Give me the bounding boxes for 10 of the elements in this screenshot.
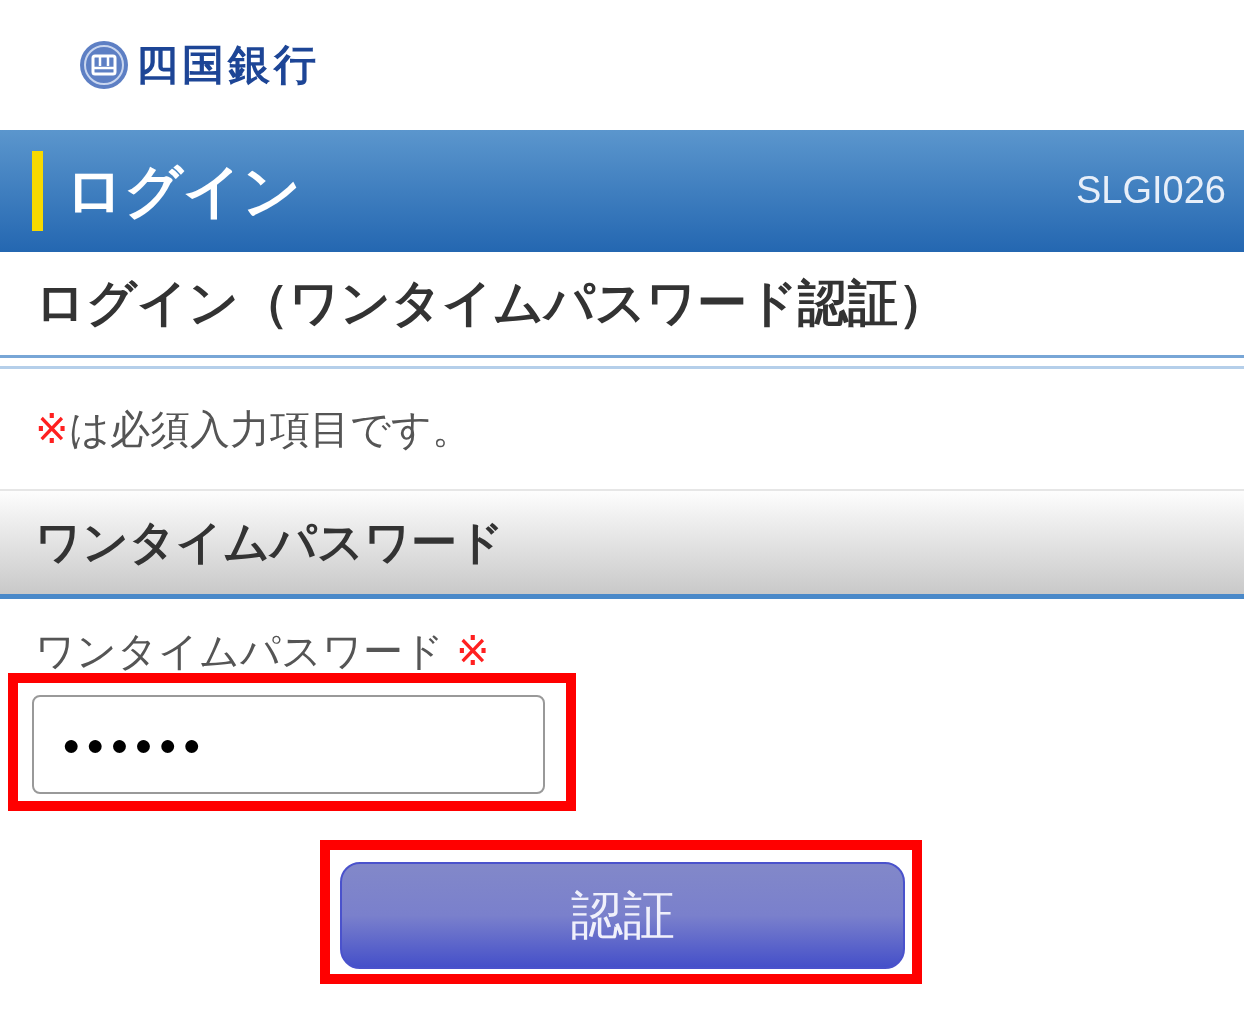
required-note: ※は必須入力項目です。 xyxy=(35,407,472,451)
emblem-icon xyxy=(80,41,128,89)
page-title: ログイン（ワンタイムパスワード認証） xyxy=(0,252,1244,358)
section-title: ワンタイムパスワード xyxy=(35,517,504,568)
password-field[interactable]: ●●●●●● xyxy=(32,695,545,794)
required-mark: ※ xyxy=(456,629,490,673)
header-title: ログイン xyxy=(65,159,301,223)
bank-logo-text: 四国銀行 xyxy=(136,41,320,89)
screen-id: SLGI026 xyxy=(1076,170,1226,212)
field-label: ワンタイムパスワード xyxy=(35,629,444,673)
